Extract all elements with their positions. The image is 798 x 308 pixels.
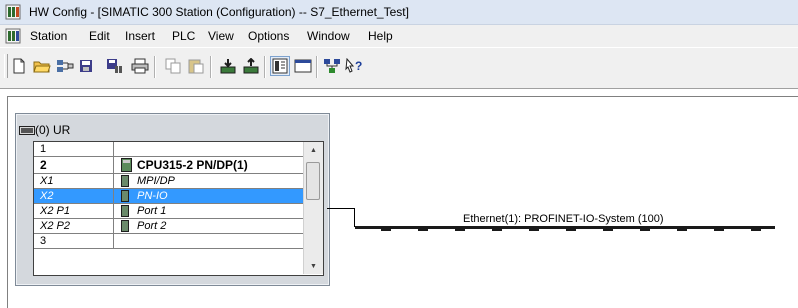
slot-module — [115, 234, 301, 248]
catalog-icon[interactable] — [270, 56, 290, 76]
slot-number: 3 — [34, 234, 114, 248]
slot-table[interactable]: 1 2 CPU315-2 PN/DP(1) X1 MPI/DP X2 PN-IO… — [33, 141, 324, 276]
menu-plc[interactable]: PLC — [172, 29, 195, 43]
station-doc-icon[interactable] — [5, 28, 21, 44]
slot-number: 2 — [34, 157, 114, 173]
port-icon — [121, 220, 129, 232]
slot-row[interactable]: 2 CPU315-2 PN/DP(1) — [34, 157, 303, 174]
print-icon[interactable] — [130, 56, 150, 76]
network-dash — [566, 229, 576, 231]
slot-number: X2 P1 — [34, 204, 114, 218]
module-name: CPU315-2 PN/DP(1) — [137, 158, 248, 172]
menu-edit[interactable]: Edit — [89, 29, 110, 43]
slot-row[interactable]: X2 P1 Port 1 — [34, 204, 303, 219]
slot-number: X1 — [34, 174, 114, 188]
upload-icon[interactable] — [241, 56, 261, 76]
module-name: Port 2 — [137, 220, 167, 232]
menu-window[interactable]: Window — [307, 29, 350, 43]
port-icon — [121, 205, 129, 217]
save-compile-icon[interactable] — [105, 56, 125, 76]
submodule-icon — [121, 190, 129, 202]
toolbar-separator — [264, 56, 266, 78]
network-dash — [640, 229, 650, 231]
hw-config-icon — [5, 4, 21, 20]
open-icon[interactable] — [32, 56, 52, 76]
download-icon[interactable] — [218, 56, 238, 76]
slot-table-scrollbar[interactable]: ▲ ▼ — [303, 142, 323, 274]
slot-module: MPI/DP — [115, 174, 301, 188]
save-icon[interactable] — [76, 56, 96, 76]
network-view-icon[interactable] — [322, 56, 342, 76]
svg-text:?: ? — [355, 59, 362, 73]
module-name: MPI/DP — [137, 175, 175, 187]
slot-row-selected[interactable]: X2 PN-IO — [34, 189, 303, 204]
cpu-module-icon — [121, 158, 132, 172]
scroll-down-arrow-icon[interactable]: ▼ — [304, 258, 323, 274]
scroll-thumb[interactable] — [306, 162, 320, 200]
slot-row[interactable]: X1 MPI/DP — [34, 174, 303, 189]
network-dash — [529, 229, 539, 231]
slot-row[interactable]: 3 — [34, 234, 303, 249]
menu-insert[interactable]: Insert — [125, 29, 155, 43]
toolbar-grip[interactable] — [4, 54, 8, 78]
network-dash — [603, 229, 613, 231]
menu-station[interactable]: Station — [30, 29, 67, 43]
menu-bar: Station Edit Insert PLC View Options Win… — [0, 25, 798, 47]
rack-title: (0) UR — [35, 123, 71, 137]
slot-row[interactable]: X2 P2 Port 2 — [34, 219, 303, 234]
network-dash — [455, 229, 465, 231]
slot-number: X2 — [34, 189, 114, 203]
network-connector-line — [327, 208, 354, 209]
network-dash — [381, 229, 391, 231]
title-bar: HW Config - [SIMATIC 300 Station (Config… — [0, 0, 798, 25]
network-dash — [677, 229, 687, 231]
network-label: Ethernet(1): PROFINET-IO-System (100) — [463, 213, 664, 225]
menu-view[interactable]: View — [208, 29, 234, 43]
copy-icon[interactable] — [163, 56, 183, 76]
module-view-icon[interactable] — [293, 56, 313, 76]
window-title: HW Config - [SIMATIC 300 Station (Config… — [29, 5, 409, 19]
paste-icon[interactable] — [186, 56, 206, 76]
network-dash — [751, 229, 761, 231]
toolbar-separator — [154, 56, 156, 78]
toolbar: ? — [0, 48, 798, 89]
slot-module — [115, 142, 301, 156]
network-dash — [418, 229, 428, 231]
network-dash — [714, 229, 724, 231]
slot-module: Port 2 — [115, 219, 301, 233]
help-pointer-icon[interactable]: ? — [344, 56, 364, 76]
network-dash — [492, 229, 502, 231]
slot-module: PN-IO — [115, 189, 301, 203]
slot-number: 1 — [34, 142, 114, 156]
new-icon[interactable] — [9, 56, 29, 76]
slot-number: X2 P2 — [34, 219, 114, 233]
scroll-up-arrow-icon[interactable]: ▲ — [304, 142, 323, 158]
module-name: Port 1 — [137, 205, 167, 217]
module-name: PN-IO — [137, 190, 168, 202]
slot-row[interactable]: 1 — [34, 142, 303, 157]
rack-icon — [19, 126, 35, 135]
submodule-icon — [121, 175, 129, 187]
menu-help[interactable]: Help — [368, 29, 393, 43]
network-connector-line — [354, 208, 355, 227]
menu-options[interactable]: Options — [248, 29, 289, 43]
network-open-icon[interactable] — [55, 56, 75, 76]
toolbar-separator — [210, 56, 212, 78]
slot-module: Port 1 — [115, 204, 301, 218]
slot-module: CPU315-2 PN/DP(1) — [115, 157, 301, 173]
toolbar-separator — [316, 56, 318, 78]
